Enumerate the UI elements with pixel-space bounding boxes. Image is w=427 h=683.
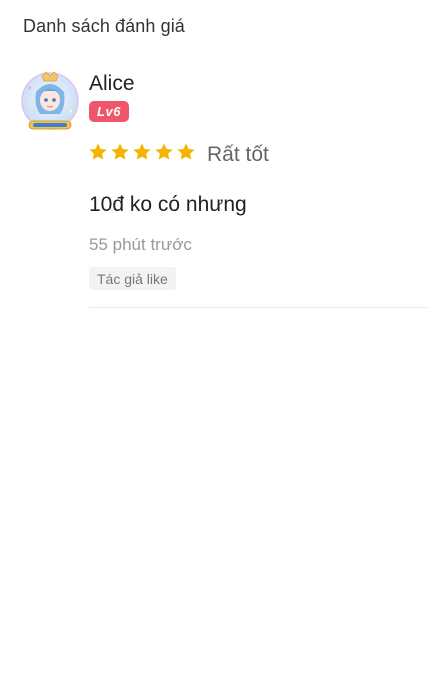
author-like-tag: Tác giả like	[89, 267, 176, 290]
star-rating	[88, 142, 196, 162]
username[interactable]: Alice	[89, 72, 135, 96]
avatar-image	[21, 71, 79, 130]
level-badge: Lv6	[89, 101, 129, 122]
star-icon	[89, 143, 107, 160]
review-timestamp: 55 phút trước	[89, 235, 192, 254]
star-icon	[155, 143, 173, 160]
page-title: Danh sách đánh giá	[23, 16, 185, 36]
star-icon	[111, 143, 129, 160]
star-icon	[177, 143, 195, 160]
review-comment: 10đ ko có nhưng	[89, 193, 247, 216]
rating-label: Rất tốt	[207, 143, 269, 166]
star-icon	[133, 143, 151, 160]
avatar[interactable]	[20, 70, 80, 132]
divider	[89, 307, 427, 308]
